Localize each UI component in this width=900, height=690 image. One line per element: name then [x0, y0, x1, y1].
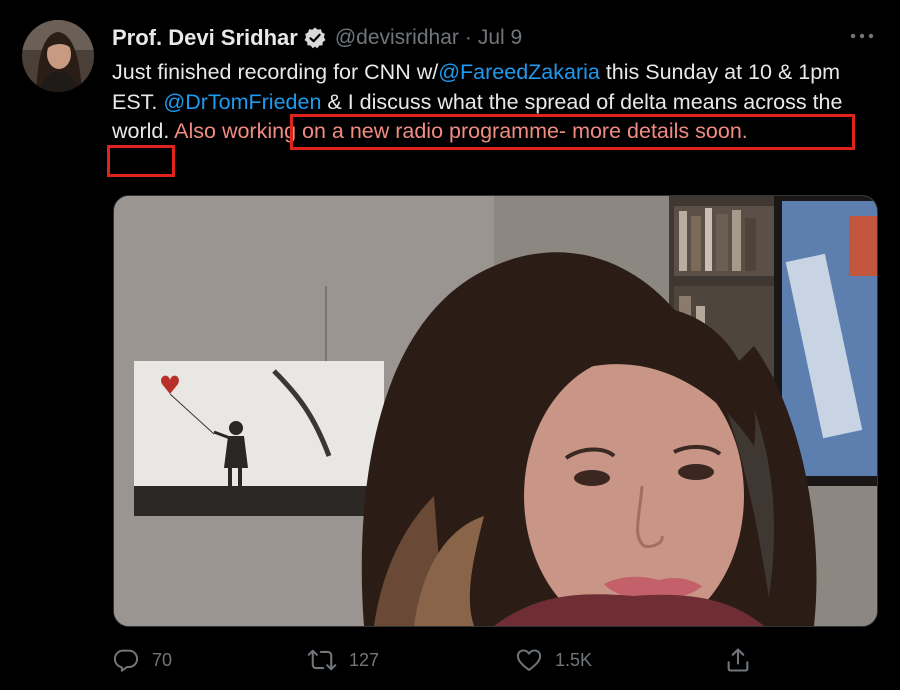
retweet-icon: [307, 646, 337, 674]
like-button[interactable]: 1.5K: [515, 640, 592, 680]
tweet-header: Prof. Devi Sridhar @devisridhar · Jul 9: [112, 24, 522, 52]
reply-count: 70: [152, 649, 173, 670]
avatar[interactable]: [22, 20, 94, 92]
retweet-button[interactable]: 127: [307, 640, 379, 680]
highlight-box: [107, 145, 175, 177]
tweet-photo[interactable]: [113, 195, 878, 627]
tweet-text-part: Just finished recording for CNN w/: [112, 60, 439, 84]
share-button[interactable]: [724, 640, 752, 680]
reply-button[interactable]: 70: [112, 640, 172, 680]
author-handle[interactable]: @devisridhar: [335, 26, 459, 50]
heart-icon: [515, 646, 543, 674]
mention-link[interactable]: @DrTomFrieden: [163, 90, 321, 114]
more-options-icon[interactable]: [848, 26, 876, 46]
header-separator: ·: [464, 26, 472, 49]
verified-badge-icon: [303, 26, 327, 50]
retweet-count: 127: [349, 649, 380, 670]
tweet-date[interactable]: Jul 9: [478, 26, 522, 50]
tweet-card[interactable]: Prof. Devi Sridhar @devisridhar · Jul 9 …: [0, 0, 900, 690]
mention-link[interactable]: @FareedZakaria: [438, 60, 600, 84]
tweet-actions: 70 127 1.5K: [112, 640, 762, 680]
like-count: 1.5K: [555, 649, 593, 670]
reply-icon: [112, 646, 140, 674]
share-icon: [724, 646, 752, 674]
highlight-box: [290, 114, 855, 150]
display-name[interactable]: Prof. Devi Sridhar: [112, 25, 298, 51]
